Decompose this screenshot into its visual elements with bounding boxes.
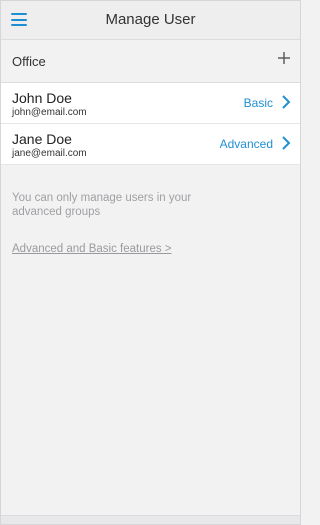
user-row-jane[interactable]: Jane Doe jane@email.com Advanced — [1, 124, 300, 165]
user-email: jane@email.com — [12, 148, 87, 159]
page-title: Manage User — [105, 11, 196, 28]
group-header: Office — [1, 40, 300, 83]
bottom-bar — [1, 515, 300, 524]
user-row-john[interactable]: John Doe john@email.com Basic — [1, 83, 300, 124]
features-link[interactable]: Advanced and Basic features > — [12, 243, 172, 255]
info-message: You can only manage users in your advanc… — [12, 192, 192, 218]
user-list: John Doe john@email.com Basic Jane Doe j… — [1, 83, 300, 165]
chevron-right-icon[interactable] — [281, 136, 291, 150]
user-role-badge[interactable]: Advanced — [220, 137, 273, 151]
plus-icon[interactable] — [276, 50, 292, 66]
group-title: Office — [12, 54, 46, 69]
chevron-right-icon[interactable] — [281, 95, 291, 109]
user-name: John Doe — [12, 90, 72, 106]
user-name: Jane Doe — [12, 131, 72, 147]
user-role-badge[interactable]: Basic — [244, 96, 273, 110]
app-screen: Manage User Office John Doe john@email.c… — [0, 0, 301, 525]
top-bar: Manage User — [1, 1, 300, 40]
user-email: john@email.com — [12, 107, 87, 118]
info-area: You can only manage users in your advanc… — [1, 165, 300, 465]
